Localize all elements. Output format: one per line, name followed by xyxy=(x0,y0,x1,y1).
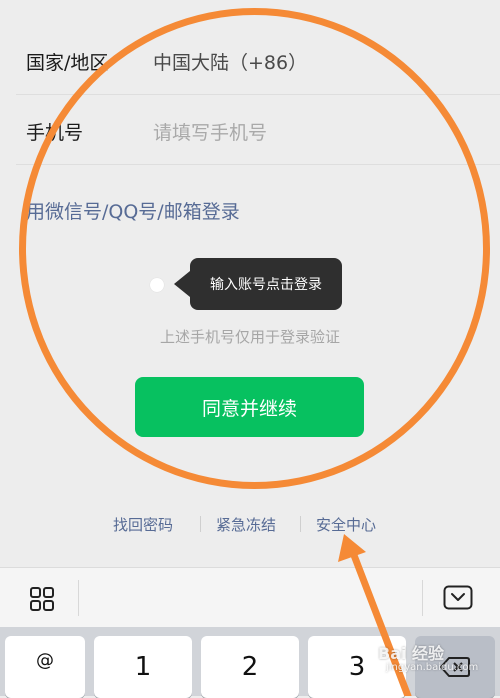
keyboard-hide-icon[interactable] xyxy=(443,585,473,611)
agree-continue-button[interactable]: 同意并继续 xyxy=(135,377,364,437)
phone-label: 手机号 xyxy=(26,122,84,144)
security-center-link[interactable]: 安全中心 xyxy=(316,514,376,535)
login-hint: 上述手机号仅用于登录验证 xyxy=(159,328,340,346)
tooltip: 输入账号点击登录 xyxy=(174,258,342,310)
watermark-logo: Bai 经验 xyxy=(378,644,445,663)
footer-links: 找回密码 紧急冻结 安全中心 xyxy=(0,514,500,534)
phone-row: 手机号 请填写手机号 xyxy=(0,95,500,165)
agreement-radio[interactable] xyxy=(150,278,164,292)
toolbar-divider xyxy=(78,580,79,616)
emergency-freeze-link[interactable]: 紧急冻结 xyxy=(216,514,276,535)
phone-input[interactable]: 请填写手机号 xyxy=(153,118,267,145)
find-password-link[interactable]: 找回密码 xyxy=(113,514,173,535)
region-label: 国家/地区 xyxy=(26,52,109,74)
divider xyxy=(16,164,500,165)
footer-divider xyxy=(200,516,201,532)
grid-icon[interactable] xyxy=(29,586,55,612)
watermark-url: jingyan.baidu.com xyxy=(386,662,479,673)
region-row[interactable]: 国家/地区 中国大陆（+86） xyxy=(0,26,500,96)
key-at[interactable]: @ xyxy=(5,636,85,698)
alt-login-link[interactable]: 用微信号/QQ号/邮箱登录 xyxy=(26,197,240,224)
keyboard-toolbar xyxy=(0,567,500,628)
footer-divider xyxy=(300,516,301,532)
toolbar-divider xyxy=(422,580,423,616)
key-1[interactable]: 1 xyxy=(94,636,192,698)
tooltip-text: 输入账号点击登录 xyxy=(210,277,322,293)
key-2[interactable]: 2 xyxy=(201,636,299,698)
region-value[interactable]: 中国大陆（+86） xyxy=(153,48,307,75)
